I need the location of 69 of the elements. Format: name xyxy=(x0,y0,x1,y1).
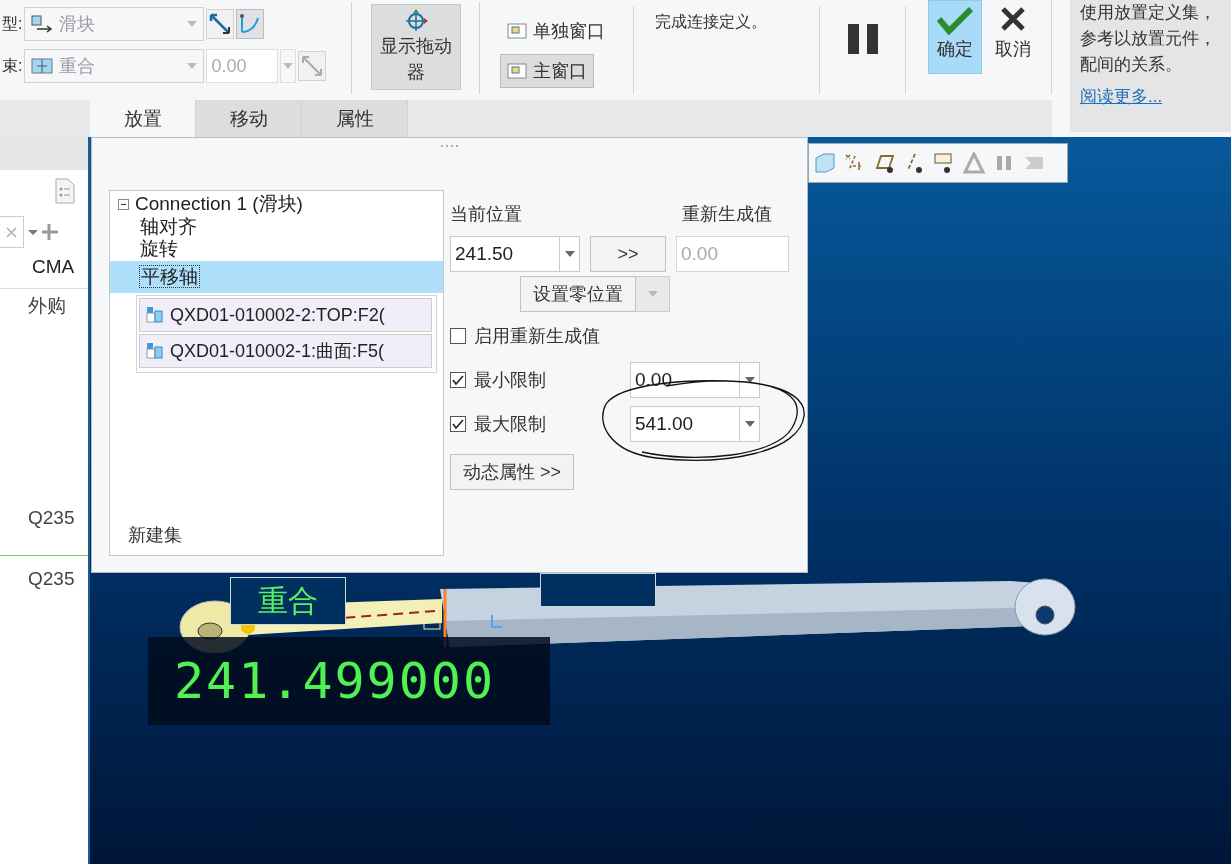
flip-icon xyxy=(208,12,233,36)
tab[interactable]: 移动 xyxy=(196,100,302,137)
dropdown: 滑块 xyxy=(24,7,205,41)
caret-icon xyxy=(647,291,658,297)
help-text: 使用放置定义集， 参考以放置元件， 配间的关系。 xyxy=(1080,2,1217,76)
collapse-icon[interactable] xyxy=(118,198,129,210)
ok-button[interactable]: 确定 xyxy=(928,0,982,74)
caret-icon xyxy=(744,377,755,383)
field-label: 重新生成值 xyxy=(682,203,772,226)
table-cell-text: Q235 xyxy=(27,507,76,529)
cube-icon[interactable] xyxy=(813,152,837,174)
reference-item[interactable]: QXD01-010002-1:曲面:F5( xyxy=(139,334,432,368)
coincident-icon xyxy=(31,57,54,75)
checkbox[interactable]: 最小限制 xyxy=(450,368,630,392)
dragger-icon xyxy=(403,9,428,33)
caret-icon xyxy=(564,251,575,257)
window-button[interactable]: 主窗口 xyxy=(500,54,594,88)
tab[interactable]: 属性 xyxy=(302,100,408,137)
cancel-button[interactable]: 取消 xyxy=(986,0,1040,74)
list-settings-icon[interactable] xyxy=(54,178,76,205)
tree-item[interactable]: 旋转 xyxy=(110,237,443,259)
grip-icon[interactable] xyxy=(440,144,460,148)
dynamic-properties-button[interactable]: 动态属性 >> xyxy=(450,454,575,490)
tab[interactable]: 放置 xyxy=(90,100,196,137)
caret-icon[interactable] xyxy=(28,229,38,235)
regen-value-field: 0.00 xyxy=(676,236,789,272)
show-dragger-button[interactable]: 显示拖动器 xyxy=(370,4,461,90)
window-icon xyxy=(507,61,527,81)
caret-icon xyxy=(744,421,755,427)
tree-item[interactable]: 平移轴 xyxy=(110,261,443,293)
triangle-icon[interactable] xyxy=(963,152,987,174)
field-label: 束: xyxy=(1,55,23,76)
checkbox[interactable]: 最大限制 xyxy=(450,412,630,436)
apply-button[interactable]: >> xyxy=(590,236,666,272)
position-readout: 241.499000 xyxy=(148,637,550,725)
tree-item[interactable]: Connection 1 (滑块) xyxy=(135,191,303,217)
checkbox[interactable]: 启用重新生成值 xyxy=(450,324,630,348)
field-label: 型: xyxy=(1,13,23,34)
pause-icon xyxy=(847,24,878,54)
caret-icon xyxy=(187,21,198,27)
offset-field: 0.00 xyxy=(206,49,279,83)
window-icon xyxy=(507,21,527,41)
plus-icon[interactable] xyxy=(42,224,58,240)
dropdown: 重合 xyxy=(24,49,205,83)
flip-button[interactable] xyxy=(206,9,235,39)
read-more-link[interactable]: 阅读更多... xyxy=(1080,84,1163,110)
field-label: 当前位置 xyxy=(450,203,522,226)
limit-combo[interactable]: 541.00 xyxy=(630,406,760,442)
column-header: CMA xyxy=(0,256,88,289)
surface-icon xyxy=(146,342,164,360)
table-cell-text: 外购 xyxy=(27,294,67,318)
position-combo[interactable]: 241.50 xyxy=(450,236,580,272)
caret-icon xyxy=(187,63,198,69)
plane-display-icon[interactable] xyxy=(873,152,897,174)
table-cell: Q235 xyxy=(0,555,88,590)
slider-joint-icon xyxy=(31,15,54,33)
set-zero-button[interactable]: 设置零位置 xyxy=(520,276,636,312)
checkmark-icon xyxy=(937,5,973,35)
surface-icon xyxy=(146,306,164,324)
clear-icon xyxy=(6,226,17,238)
caret-icon xyxy=(283,63,294,69)
window-button[interactable]: 单独窗口 xyxy=(500,14,612,48)
search-field[interactable] xyxy=(0,216,24,248)
status-message: 完成连接定义。 xyxy=(655,12,767,32)
reference-item[interactable]: QXD01-010002-2:TOP:F2( xyxy=(139,298,432,332)
flip-icon xyxy=(300,54,325,78)
new-set-link[interactable]: 新建集 xyxy=(128,523,182,547)
tree-item[interactable]: 轴对齐 xyxy=(110,215,443,237)
constraint-label: 重合 xyxy=(230,577,346,625)
